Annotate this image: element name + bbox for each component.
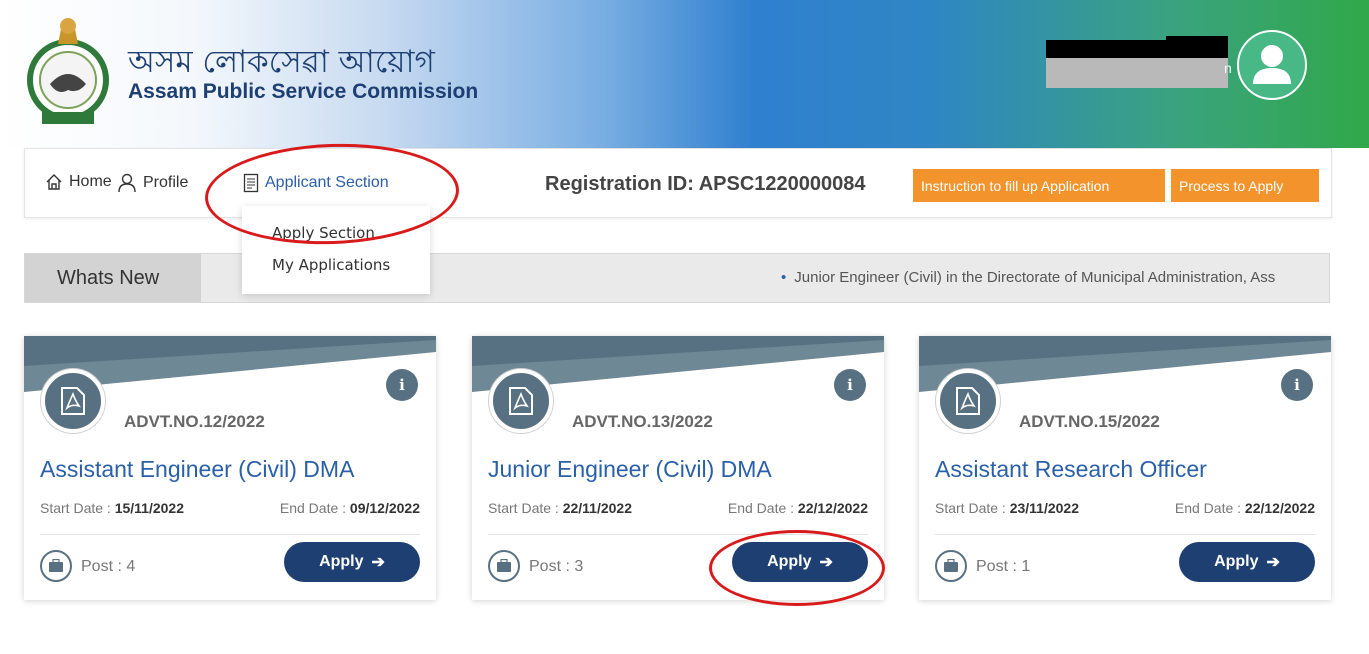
applicant-section-dropdown: Apply Section My Applications [242,206,430,294]
end-date: End Date : 22/12/2022 [1174,500,1315,516]
post-title: Assistant Engineer (Civil) DMA [40,456,355,482]
start-date: Start Date : 15/11/2022 [40,500,184,516]
user-avatar[interactable] [1237,30,1307,100]
nav-profile[interactable]: Profile [117,173,188,193]
post-title: Assistant Research Officer [935,456,1207,482]
apsc-emblem-logo [27,18,109,124]
post-title: Junior Engineer (Civil) DMA [488,456,772,482]
nav-profile-label: Profile [143,174,189,191]
nav-applicant-label: Applicant Section [265,174,389,191]
pdf-icon [936,369,1000,433]
header-banner: অসম লোকসেৱা আয়োগ Assam Public Service C… [0,0,1369,148]
end-date: End Date : 22/12/2022 [727,500,868,516]
advt-number: ADVT.NO.12/2022 [124,412,265,431]
redacted-username [1046,36,1228,98]
apply-button[interactable]: Apply ➔ [732,542,868,582]
profile-icon [118,173,136,193]
job-card: i ADVT.NO.13/2022 Junior Engineer (Civil… [472,336,884,600]
end-date: End Date : 09/12/2022 [279,500,420,516]
card-divider [40,534,420,535]
start-date: Start Date : 22/11/2022 [488,500,632,516]
main-navbar: Home Profile Applicant Section Registrat… [24,148,1332,218]
process-to-apply-button[interactable]: Process to Apply [1171,169,1319,202]
advt-number: ADVT.NO.13/2022 [572,412,713,431]
arrow-right-icon: ➔ [819,554,833,571]
pdf-icon [41,369,105,433]
page: অসম লোকসেৱা আয়োগ Assam Public Service C… [0,0,1369,654]
menu-item-apply-section[interactable]: Apply Section [272,224,375,242]
info-icon[interactable]: i [1281,369,1313,401]
nav-home-label: Home [69,173,112,190]
home-icon [46,174,62,190]
nav-applicant-section[interactable]: Applicant Section [243,173,389,193]
post-count: Post : 1 [976,558,1031,575]
job-card: i ADVT.NO.12/2022 Assistant Engineer (Ci… [24,336,436,600]
arrow-right-icon: ➔ [371,554,385,571]
card-divider [488,534,868,535]
menu-item-my-applications[interactable]: My Applications [272,256,390,274]
post-count: Post : 3 [529,558,584,575]
news-ticker[interactable]: Junior Engineer (Civil) in the Directora… [781,269,1329,286]
document-icon [243,173,259,193]
nav-home[interactable]: Home [45,173,112,191]
card-divider [935,534,1315,535]
pdf-icon [489,369,553,433]
job-card: i ADVT.NO.15/2022 Assistant Research Off… [919,336,1331,600]
registration-id: Registration ID: APSC1220000084 [545,173,866,195]
apply-button[interactable]: Apply ➔ [284,542,420,582]
whats-new-arrow [201,254,221,302]
site-title-english: Assam Public Service Commission [128,80,479,103]
whats-new-bar: Whats New Junior Engineer (Civil) in the… [24,253,1330,303]
briefcase-icon [935,550,967,582]
info-icon[interactable]: i [386,369,418,401]
start-date: Start Date : 23/11/2022 [935,500,1079,516]
briefcase-icon [40,550,72,582]
post-count: Post : 4 [81,558,136,575]
briefcase-icon [488,550,520,582]
username-suffix: n [1224,60,1232,76]
instruction-button[interactable]: Instruction to fill up Application [913,169,1165,202]
apply-button[interactable]: Apply ➔ [1179,542,1315,582]
whats-new-label: Whats New [25,254,201,302]
user-icon [1253,45,1291,84]
arrow-right-icon: ➔ [1266,554,1280,571]
advt-number: ADVT.NO.15/2022 [1019,412,1160,431]
info-icon[interactable]: i [834,369,866,401]
